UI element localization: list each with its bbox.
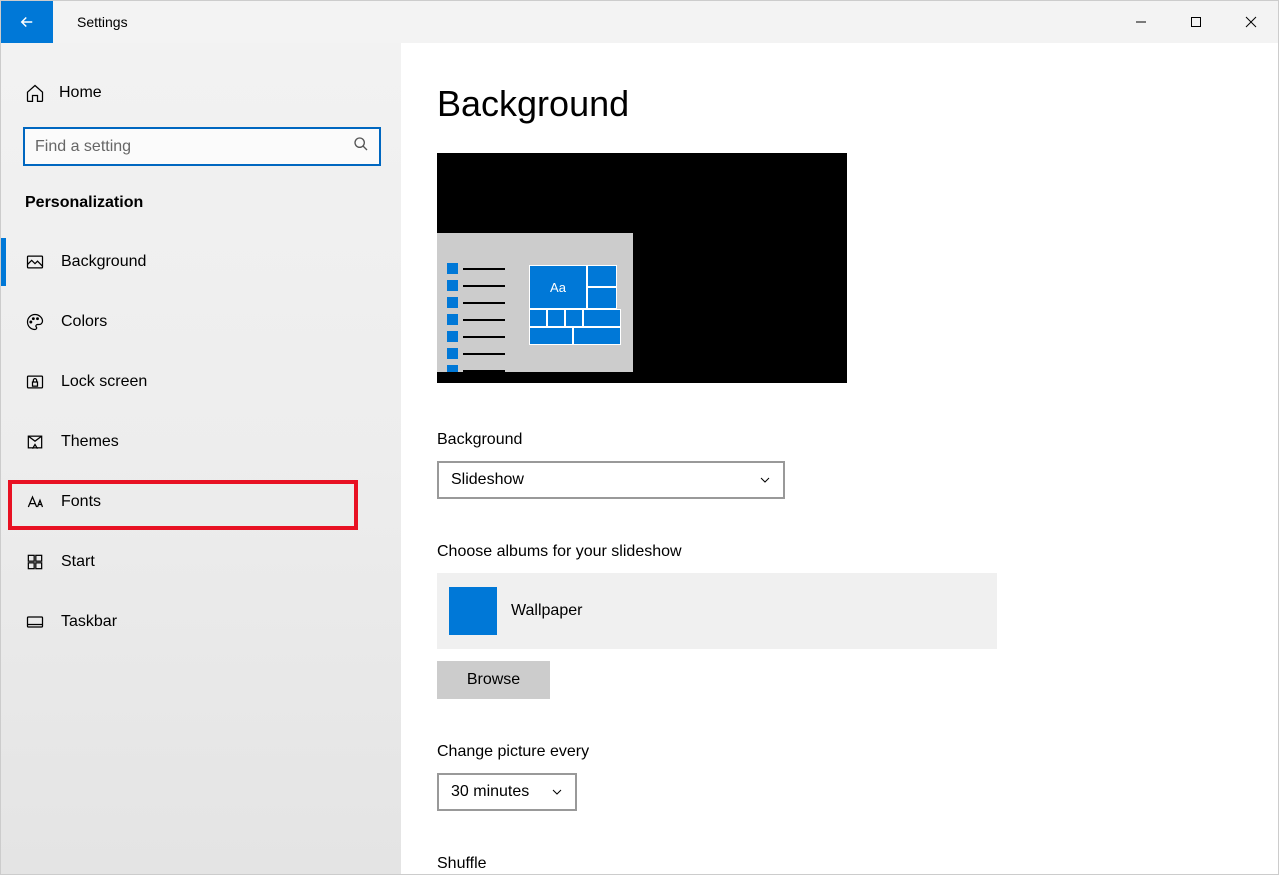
maximize-button[interactable] (1168, 1, 1223, 43)
album-thumbnail (449, 587, 497, 635)
section-title: Personalization (1, 166, 401, 232)
settings-window: Settings Home (0, 0, 1279, 875)
preview-tile-text: Aa (529, 265, 587, 309)
background-type-dropdown[interactable]: Slideshow (437, 461, 785, 499)
sidebar-item-start[interactable]: Start (1, 532, 401, 592)
search-input[interactable] (35, 138, 353, 156)
choose-albums-label: Choose albums for your slideshow (437, 543, 1242, 561)
desktop-preview: Aa (437, 153, 847, 383)
sidebar-item-label: Start (61, 553, 95, 571)
back-button[interactable] (1, 1, 53, 43)
close-icon (1245, 16, 1257, 28)
taskbar-icon (25, 612, 61, 632)
preview-start-menu: Aa (437, 233, 633, 383)
lockscreen-icon (25, 372, 61, 392)
sidebar-item-label: Colors (61, 313, 107, 331)
album-item[interactable]: Wallpaper (437, 573, 997, 649)
sidebar-item-label: Fonts (61, 493, 101, 511)
start-icon (25, 552, 61, 572)
maximize-icon (1190, 16, 1202, 28)
sidebar-item-fonts[interactable]: Fonts (1, 472, 401, 532)
arrow-left-icon (18, 13, 36, 31)
change-interval-label: Change picture every (437, 743, 1242, 761)
palette-icon (25, 312, 61, 332)
sidebar-item-label: Taskbar (61, 613, 117, 631)
search-input-wrapper[interactable] (23, 127, 381, 166)
titlebar: Settings (1, 1, 1278, 43)
browse-button[interactable]: Browse (437, 661, 550, 699)
minimize-icon (1135, 16, 1147, 28)
sidebar-item-taskbar[interactable]: Taskbar (1, 592, 401, 652)
sidebar: Home Personalization Background (1, 43, 401, 874)
shuffle-label: Shuffle (437, 855, 1242, 873)
close-button[interactable] (1223, 1, 1278, 43)
sidebar-item-label: Lock screen (61, 373, 147, 391)
main-content: Background Aa (401, 43, 1278, 874)
album-name: Wallpaper (511, 602, 582, 620)
fonts-icon (25, 492, 61, 512)
dropdown-value: Slideshow (451, 471, 524, 489)
search-icon (353, 136, 369, 157)
sidebar-item-themes[interactable]: Themes (1, 412, 401, 472)
home-icon (25, 83, 59, 103)
sidebar-item-label: Themes (61, 433, 119, 451)
chevron-down-icon (551, 786, 563, 798)
change-interval-dropdown[interactable]: 30 minutes (437, 773, 577, 811)
picture-icon (25, 252, 61, 272)
minimize-button[interactable] (1113, 1, 1168, 43)
sidebar-item-background[interactable]: Background (1, 232, 401, 292)
dropdown-value: 30 minutes (451, 783, 529, 801)
sidebar-item-colors[interactable]: Colors (1, 292, 401, 352)
themes-icon (25, 432, 61, 452)
background-type-label: Background (437, 431, 1242, 449)
home-link[interactable]: Home (1, 73, 401, 113)
sidebar-item-label: Background (61, 253, 146, 271)
page-title: Background (437, 83, 1242, 125)
sidebar-item-lockscreen[interactable]: Lock screen (1, 352, 401, 412)
window-controls (1113, 1, 1278, 43)
window-title: Settings (53, 1, 128, 43)
home-label: Home (59, 84, 102, 102)
chevron-down-icon (759, 474, 771, 486)
